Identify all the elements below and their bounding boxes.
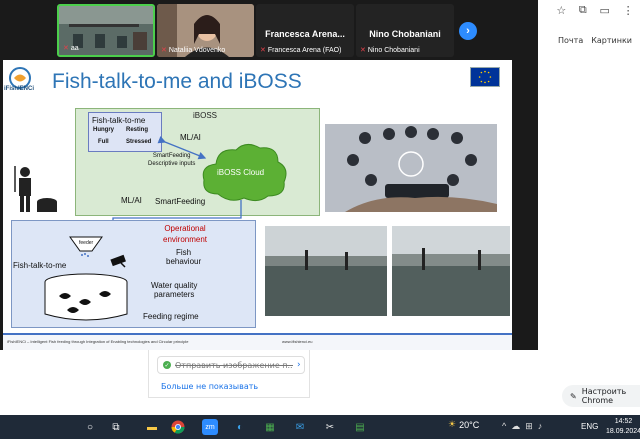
next-page-button[interactable]: › xyxy=(459,22,477,40)
clock[interactable]: 14:52 18.09.2024 xyxy=(606,417,640,437)
snipping-icon[interactable]: ✂ xyxy=(322,419,338,435)
footer-text: iFishIENCi – Intelligent Fish feeding th… xyxy=(7,339,189,344)
customize-chrome-label: Настроить Chrome xyxy=(581,387,627,405)
excel-icon[interactable]: ▤ xyxy=(352,419,368,435)
footer-url: www.ifishienci.eu xyxy=(282,339,313,344)
iboss-cloud-label: iBOSS Cloud xyxy=(217,168,265,177)
weather-widget[interactable]: ☀ 20°C xyxy=(448,419,479,430)
participant-name: ✕ Nino Chobaniani xyxy=(360,46,420,55)
screenshot-notification: ✓ Отправить изображение п... › Больше не… xyxy=(148,350,310,398)
zoom-meeting-window: ✕ aa ✕ Nataliia Vdovenko Francesca Arena… xyxy=(0,0,538,350)
google-links: Почта Картинки xyxy=(558,36,632,45)
farmer-icon xyxy=(14,166,57,212)
browser-toolbar: ☆ ⧉ ▭ ⋮ xyxy=(550,0,640,20)
ml-ai-label-top: ML/AI xyxy=(180,133,201,142)
participant-tile-natalia[interactable]: ✕ Nataliia Vdovenko xyxy=(157,4,254,57)
weather-icon: ☀ xyxy=(448,419,457,429)
search-icon[interactable]: ○ xyxy=(82,419,98,435)
mic-muted-icon: ✕ xyxy=(161,47,167,54)
water-quality-label: Water quality parameters xyxy=(151,281,198,299)
participant-big-name: Francesca Arena... xyxy=(265,29,345,39)
language-indicator[interactable]: ENG xyxy=(581,422,598,431)
smartfeeding-label: SmartFeeding xyxy=(155,197,206,206)
profile-icon[interactable]: ▭ xyxy=(599,4,609,17)
mic-muted-icon: ✕ xyxy=(63,45,69,52)
extensions-icon[interactable]: ⧉ xyxy=(579,4,587,17)
system-tray[interactable]: ^☁⊞♪ xyxy=(502,421,547,432)
send-image-button[interactable]: ✓ Отправить изображение п... › xyxy=(157,356,305,374)
participant-name: ✕ aa xyxy=(63,44,79,53)
participant-name: ✕ Nataliia Vdovenko xyxy=(161,46,226,55)
customize-chrome-button[interactable]: ✎ Настроить Chrome xyxy=(562,385,640,407)
fish-farm-photo-1 xyxy=(265,226,387,316)
dont-show-again-link[interactable]: Больше не показывать xyxy=(161,382,258,391)
ml-ai-label-bottom: ML/AI xyxy=(121,196,142,205)
fish-behaviour-label: Fish behaviour xyxy=(166,248,202,266)
chevron-right-icon: › xyxy=(297,360,301,370)
images-link[interactable]: Картинки xyxy=(591,36,632,45)
windows-taskbar: ○ ⧉ ▬ zm ◐ ▦ ✉ ✂ ▤ ☀ 20°C ^☁⊞♪ ENG 14:52… xyxy=(0,415,640,439)
pencil-icon: ✎ xyxy=(570,391,577,401)
slide-footer: iFishIENCi – Intelligent Fish feeding th… xyxy=(3,333,512,350)
menu-icon[interactable]: ⋮ xyxy=(623,4,634,17)
star-icon[interactable]: ☆ xyxy=(556,4,566,17)
chrome-icon[interactable] xyxy=(170,419,186,435)
file-explorer-icon[interactable]: ▬ xyxy=(144,419,160,435)
mail-icon[interactable]: ✉ xyxy=(292,419,308,435)
smartfeeding-descriptive: SmartFeeding Descriptive inputs xyxy=(148,153,196,167)
participant-gallery: ✕ aa ✕ Nataliia Vdovenko Francesca Arena… xyxy=(0,0,538,60)
participant-name: ✕ Francesca Arena (FAO) xyxy=(260,46,342,55)
edge-icon[interactable]: ◐ xyxy=(232,419,248,435)
camera-icon xyxy=(110,254,126,268)
fish-farm-photo-2 xyxy=(392,226,510,316)
fish-talk-label: Fish-talk-to-me xyxy=(13,261,67,270)
task-view-icon[interactable]: ⧉ xyxy=(108,419,124,435)
feeder-icon xyxy=(69,236,103,257)
iot-hand-phone-image xyxy=(325,124,497,212)
participant-tile-francesca[interactable]: Francesca Arena... ✕ Francesca Arena (FA… xyxy=(256,4,354,57)
check-icon: ✓ xyxy=(163,361,171,369)
feeder-label: feeder xyxy=(79,240,94,246)
mail-link[interactable]: Почта xyxy=(558,36,583,45)
fish-tank-icon xyxy=(44,273,128,321)
send-image-label: Отправить изображение п... xyxy=(175,360,293,370)
participant-tile-nino[interactable]: Nino Chobaniani ✕ Nino Chobaniani xyxy=(356,4,454,57)
participant-tile-aa[interactable]: ✕ aa xyxy=(57,4,155,57)
zoom-icon[interactable]: zm xyxy=(202,419,218,435)
participant-big-name: Nino Chobaniani xyxy=(369,29,441,39)
apps-icon[interactable]: ▦ xyxy=(262,419,278,435)
shared-slide: iFishIENCi Fish-talk-to-me and iBOSS iBO… xyxy=(3,60,512,350)
mic-muted-icon: ✕ xyxy=(260,47,266,54)
operational-environment-label: Operational environment xyxy=(163,224,208,244)
feeding-regime-label: Feeding regime xyxy=(143,312,199,321)
mic-muted-icon: ✕ xyxy=(360,47,366,54)
